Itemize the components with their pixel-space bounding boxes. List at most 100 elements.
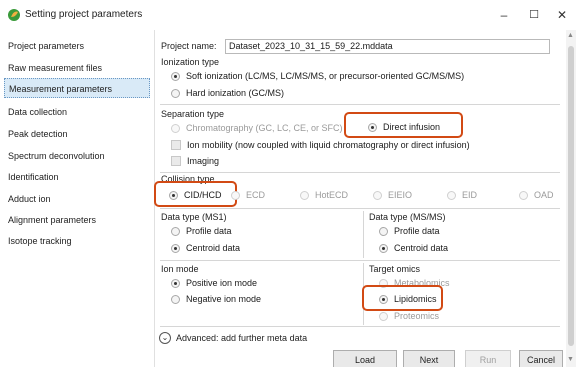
- radio-dot: [171, 278, 180, 288]
- radio-dot: [379, 226, 388, 236]
- radio-direct-infusion[interactable]: Direct infusion: [368, 122, 440, 132]
- section-divider: [160, 326, 560, 327]
- radio-label: Chromatography (GC, LC, CE, or SFC): [186, 123, 343, 133]
- sidebar-item-isotope-tracking[interactable]: Isotope tracking: [4, 231, 150, 251]
- radio-dot: [169, 190, 178, 200]
- radio-ms1-profile[interactable]: Profile data: [171, 226, 232, 236]
- radio-hard-ionization[interactable]: Hard ionization (GC/MS): [171, 88, 284, 98]
- sidebar-item-spectrum-deconvolution[interactable]: Spectrum deconvolution: [4, 146, 150, 166]
- radio-label: Hard ionization (GC/MS): [186, 88, 285, 98]
- radio-dot: [171, 226, 180, 236]
- checkbox-ion-mobility[interactable]: Ion mobility (now coupled with liquid ch…: [171, 140, 470, 150]
- sidebar-item-identification[interactable]: Identification: [4, 167, 150, 187]
- app-leaf-icon: [8, 9, 20, 21]
- radio-negative-ion-mode[interactable]: Negative ion mode: [171, 294, 261, 304]
- radio-cid-hcd[interactable]: CID/HCD: [169, 190, 222, 200]
- column-divider: [363, 211, 364, 258]
- radio-positive-ion-mode[interactable]: Positive ion mode: [171, 278, 257, 288]
- scroll-down-icon[interactable]: ▼: [567, 356, 574, 363]
- radio-label: Profile data: [394, 226, 440, 236]
- checkbox-imaging[interactable]: Imaging: [171, 156, 219, 166]
- radio-oad[interactable]: OAD: [519, 190, 554, 200]
- radio-label: ECD: [246, 190, 266, 200]
- radio-ms1-centroid[interactable]: Centroid data: [171, 243, 240, 253]
- ion-mode-title: Ion mode: [161, 264, 199, 274]
- radio-soft-ionization[interactable]: Soft ionization (LC/MS, LC/MS/MS, or pre…: [171, 71, 464, 81]
- next-button[interactable]: Next: [403, 350, 455, 367]
- advanced-meta-data-label[interactable]: Advanced: add further meta data: [176, 333, 307, 343]
- radio-label: CID/HCD: [184, 190, 222, 200]
- radio-dot: [300, 190, 309, 200]
- radio-dot: [379, 294, 388, 304]
- checkbox-box: [171, 156, 181, 166]
- radio-dot: [171, 294, 180, 304]
- radio-label: OAD: [534, 190, 554, 200]
- ionization-type-title: Ionization type: [161, 57, 220, 67]
- section-divider: [160, 172, 560, 173]
- checkbox-box: [171, 140, 181, 150]
- radio-label: Positive ion mode: [186, 278, 258, 288]
- radio-dot: [171, 123, 180, 133]
- load-parameter-button[interactable]: Load parameter: [333, 350, 397, 367]
- radio-label: Lipidomics: [394, 294, 437, 304]
- radio-dot: [171, 88, 180, 98]
- radio-dot: [379, 243, 388, 253]
- radio-label: Direct infusion: [383, 122, 441, 132]
- radio-label: Negative ion mode: [186, 294, 262, 304]
- radio-dot: [379, 311, 388, 321]
- window-title: Setting project parameters: [25, 9, 143, 20]
- sidebar-item-measurement-parameters[interactable]: Measurement parameters: [4, 78, 150, 98]
- radio-msms-centroid[interactable]: Centroid data: [379, 243, 448, 253]
- separation-type-title: Separation type: [161, 109, 225, 119]
- sidebar-item-project-parameters[interactable]: Project parameters: [4, 36, 150, 56]
- radio-label: Profile data: [186, 226, 232, 236]
- checkbox-label: Ion mobility (now coupled with liquid ch…: [187, 140, 470, 150]
- run-button[interactable]: Run: [465, 350, 511, 367]
- chevron-down-icon[interactable]: ⌄: [159, 332, 171, 344]
- radio-label: Centroid data: [186, 243, 241, 253]
- radio-label: Centroid data: [394, 243, 449, 253]
- data-type-ms1-title: Data type (MS1): [161, 212, 227, 222]
- radio-dot: [171, 243, 180, 253]
- radio-label: Proteomics: [394, 311, 440, 321]
- section-divider: [160, 208, 560, 209]
- sidebar: Project parameters Raw measurement files…: [0, 30, 155, 367]
- sidebar-item-raw-measurement-files[interactable]: Raw measurement files: [4, 58, 150, 78]
- vertical-scrollbar[interactable]: ▲ ▼: [566, 30, 576, 367]
- radio-proteomics[interactable]: Proteomics: [379, 311, 439, 321]
- section-divider: [160, 104, 560, 105]
- project-name-label: Project name:: [161, 41, 217, 51]
- radio-label: HotECD: [315, 190, 349, 200]
- radio-label: EIEIO: [388, 190, 413, 200]
- radio-dot: [447, 190, 456, 200]
- project-name-field[interactable]: Dataset_2023_10_31_15_59_22.mddata: [225, 39, 550, 54]
- radio-ecd[interactable]: ECD: [231, 190, 265, 200]
- radio-eid[interactable]: EID: [447, 190, 477, 200]
- minimize-button[interactable]: –: [488, 4, 520, 26]
- cancel-button[interactable]: Cancel: [519, 350, 563, 367]
- radio-dot: [368, 122, 377, 132]
- radio-msms-profile[interactable]: Profile data: [379, 226, 440, 236]
- radio-chromatography[interactable]: Chromatography (GC, LC, CE, or SFC): [171, 123, 343, 133]
- radio-lipidomics[interactable]: Lipidomics: [379, 294, 437, 304]
- section-divider: [160, 260, 560, 261]
- scroll-up-icon[interactable]: ▲: [567, 32, 574, 39]
- scrollbar-thumb[interactable]: [568, 46, 574, 346]
- radio-label: EID: [462, 190, 478, 200]
- radio-hotecd[interactable]: HotECD: [300, 190, 348, 200]
- radio-dot: [231, 190, 240, 200]
- radio-dot: [171, 71, 180, 81]
- sidebar-item-peak-detection[interactable]: Peak detection: [4, 124, 150, 144]
- radio-eieio[interactable]: EIEIO: [373, 190, 412, 200]
- sidebar-item-alignment-parameters[interactable]: Alignment parameters: [4, 210, 150, 230]
- radio-dot: [373, 190, 382, 200]
- sidebar-item-data-collection[interactable]: Data collection: [4, 102, 150, 122]
- checkbox-label: Imaging: [187, 156, 220, 166]
- radio-label: Soft ionization (LC/MS, LC/MS/MS, or pre…: [186, 71, 465, 81]
- main-panel: Project name: Dataset_2023_10_31_15_59_2…: [154, 30, 563, 367]
- target-omics-title: Target omics: [369, 264, 421, 274]
- sidebar-item-adduct-ion[interactable]: Adduct ion: [4, 189, 150, 209]
- close-button[interactable]: ✕: [546, 4, 576, 26]
- data-type-msms-title: Data type (MS/MS): [369, 212, 446, 222]
- title-bar: Setting project parameters – ☐ ✕: [0, 0, 576, 30]
